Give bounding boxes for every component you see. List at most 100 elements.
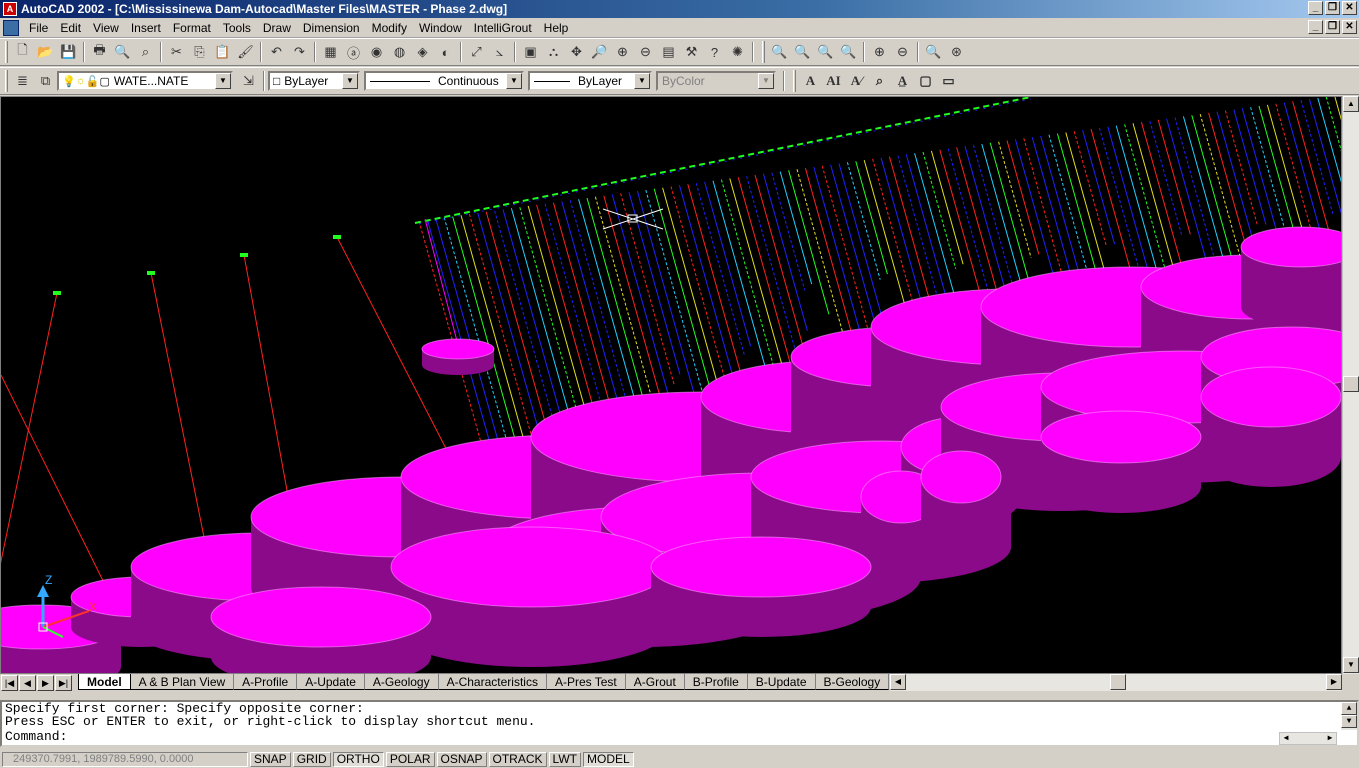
pan-icon[interactable]: ✥ xyxy=(565,41,588,63)
layer-previous-icon[interactable]: ⧉ xyxy=(34,70,57,92)
scroll-left-button[interactable]: ◀ xyxy=(1280,733,1292,744)
open-icon[interactable]: 📂 xyxy=(34,41,57,63)
model-space-drawing[interactable]: Z X xyxy=(1,97,1342,674)
status-lwt-button[interactable]: LWT xyxy=(548,752,581,767)
copy-icon[interactable]: ⎘ xyxy=(188,41,211,63)
sun-icon[interactable]: ✺ xyxy=(726,41,749,63)
autodesk-icon[interactable]: ⓐ xyxy=(342,41,365,63)
linetype-dropdown[interactable]: Continuous ▼ xyxy=(364,71,524,91)
menu-help[interactable]: Help xyxy=(538,19,575,37)
lineweight-dropdown[interactable]: ByLayer ▼ xyxy=(528,71,652,91)
horizontal-scrollbar[interactable]: ◀ ▶ xyxy=(890,674,1342,691)
distance-icon[interactable]: ⤢ xyxy=(465,41,488,63)
tab-a-characteristics[interactable]: A-Characteristics xyxy=(438,674,547,690)
tab-model[interactable]: Model xyxy=(78,674,131,690)
tab-a-update[interactable]: A-Update xyxy=(297,674,365,690)
horizontal-scroll-thumb[interactable] xyxy=(1110,674,1126,690)
toolbar-grip[interactable] xyxy=(5,41,8,63)
print-preview-icon[interactable]: 🔍 xyxy=(111,41,134,63)
help-icon[interactable]: ? xyxy=(703,41,726,63)
single-line-text-icon[interactable]: AI xyxy=(822,70,845,92)
scale-text-icon[interactable]: ▢ xyxy=(914,70,937,92)
zoom-extents-icon[interactable]: ⊛ xyxy=(945,41,968,63)
zoom-window-icon[interactable]: ⊕ xyxy=(611,41,634,63)
undo-icon[interactable]: ↶ xyxy=(265,41,288,63)
scroll-up-button[interactable]: ▲ xyxy=(1341,702,1357,715)
save-icon[interactable]: 💾 xyxy=(57,41,80,63)
paste-icon[interactable]: 📋 xyxy=(211,41,234,63)
find-replace-icon[interactable]: ⌕ xyxy=(868,70,891,92)
menu-window[interactable]: Window xyxy=(413,19,468,37)
coordinates-display[interactable]: 249370.7991, 1989789.5990, 0.0000 xyxy=(2,752,248,767)
menu-view[interactable]: View xyxy=(87,19,125,37)
menu-format[interactable]: Format xyxy=(167,19,217,37)
doc-minimize-button[interactable]: _ xyxy=(1308,20,1323,34)
tab-a-geology[interactable]: A-Geology xyxy=(364,674,439,690)
tab-a-pres-test[interactable]: A-Pres Test xyxy=(546,674,626,690)
model-viewport[interactable]: Z X xyxy=(0,96,1342,674)
next-tab-button[interactable]: ▶ xyxy=(37,675,54,691)
autocad-icon[interactable]: A xyxy=(3,2,17,16)
menu-modify[interactable]: Modify xyxy=(366,19,413,37)
menu-insert[interactable]: Insert xyxy=(125,19,167,37)
tab-a-grout[interactable]: A-Grout xyxy=(625,674,685,690)
scroll-right-button[interactable]: ▶ xyxy=(1324,733,1336,744)
zoom-all-icon[interactable]: 🔍 xyxy=(922,41,945,63)
chevron-down-icon[interactable]: ▼ xyxy=(215,73,231,89)
doc-close-button[interactable]: ✕ xyxy=(1342,20,1357,34)
redo-icon[interactable]: ↷ xyxy=(288,41,311,63)
redraw-icon[interactable]: ⛬ xyxy=(542,41,565,63)
named-views-icon[interactable]: ▣ xyxy=(519,41,542,63)
status-snap-button[interactable]: SNAP xyxy=(250,752,291,767)
scroll-down-button[interactable]: ▼ xyxy=(1341,715,1357,728)
zoom-center-icon[interactable]: 🔍 xyxy=(837,41,860,63)
zoom-out-icon[interactable]: ⊖ xyxy=(891,41,914,63)
zoom-scale-icon[interactable]: 🔍 xyxy=(814,41,837,63)
scroll-left-button[interactable]: ◀ xyxy=(890,674,906,690)
menu-dimension[interactable]: Dimension xyxy=(297,19,366,37)
render-icon[interactable]: ◈ xyxy=(411,41,434,63)
zoom-in-icon[interactable]: ⊕ xyxy=(868,41,891,63)
new-icon[interactable]: 🗋 xyxy=(11,41,34,63)
command-prompt[interactable]: Command: xyxy=(2,730,1357,743)
toolbar-grip[interactable] xyxy=(793,70,796,92)
toolbar-grip[interactable] xyxy=(762,41,765,63)
design-center-icon[interactable]: ▦ xyxy=(319,41,342,63)
tab-a-profile[interactable]: A-Profile xyxy=(234,674,298,690)
tab-b-geology[interactable]: B-Geology xyxy=(815,674,890,690)
vertical-scrollbar[interactable]: ▲ ▼ xyxy=(1342,96,1359,674)
zoom-window-icon[interactable]: 🔍 xyxy=(768,41,791,63)
ie-globe-icon[interactable]: ◉ xyxy=(365,41,388,63)
menu-draw[interactable]: Draw xyxy=(257,19,297,37)
multiline-text-icon[interactable]: A xyxy=(799,70,822,92)
ucs-icon[interactable]: ⦣ xyxy=(488,41,511,63)
chevron-down-icon[interactable]: ▼ xyxy=(342,73,358,89)
scroll-right-button[interactable]: ▶ xyxy=(1326,674,1342,690)
command-scrollbar[interactable]: ▲ ▼ xyxy=(1341,702,1357,730)
document-icon[interactable] xyxy=(3,19,19,36)
status-ortho-button[interactable]: ORTHO xyxy=(332,752,384,767)
tab-a-b-plan-view[interactable]: A & B Plan View xyxy=(130,674,235,690)
scroll-down-button[interactable]: ▼ xyxy=(1343,657,1359,673)
chevron-down-icon[interactable]: ▼ xyxy=(506,73,522,89)
menu-tools[interactable]: Tools xyxy=(217,19,257,37)
edit-text-icon[interactable]: A⁄ xyxy=(845,70,868,92)
command-hscroll[interactable]: ◀ ▶ xyxy=(1279,732,1337,745)
status-osnap-button[interactable]: OSNAP xyxy=(436,752,487,767)
menu-file[interactable]: File xyxy=(23,19,54,37)
scroll-up-button[interactable]: ▲ xyxy=(1343,96,1359,112)
zoom-dynamic-icon[interactable]: 🔍 xyxy=(791,41,814,63)
tool-palette-icon[interactable]: ⚒ xyxy=(680,41,703,63)
tab-b-profile[interactable]: B-Profile xyxy=(684,674,748,690)
command-window[interactable]: Specify first corner: Specify opposite c… xyxy=(0,700,1359,747)
layer-dropdown[interactable]: 💡 ☼ 🔓 ▢ WATE...NATE ▼ xyxy=(57,71,233,91)
restore-button[interactable]: ❐ xyxy=(1325,1,1340,15)
shade-icon[interactable]: ◐ xyxy=(434,41,457,63)
3d-orbit-icon[interactable]: ◍ xyxy=(388,41,411,63)
first-tab-button[interactable]: |◀ xyxy=(1,675,18,691)
chevron-down-icon[interactable]: ▼ xyxy=(634,73,650,89)
status-otrack-button[interactable]: OTRACK xyxy=(488,752,547,767)
doc-restore-button[interactable]: ❐ xyxy=(1325,20,1340,34)
last-tab-button[interactable]: ▶| xyxy=(55,675,72,691)
make-object-layer-current-icon[interactable]: ⇲ xyxy=(237,70,260,92)
